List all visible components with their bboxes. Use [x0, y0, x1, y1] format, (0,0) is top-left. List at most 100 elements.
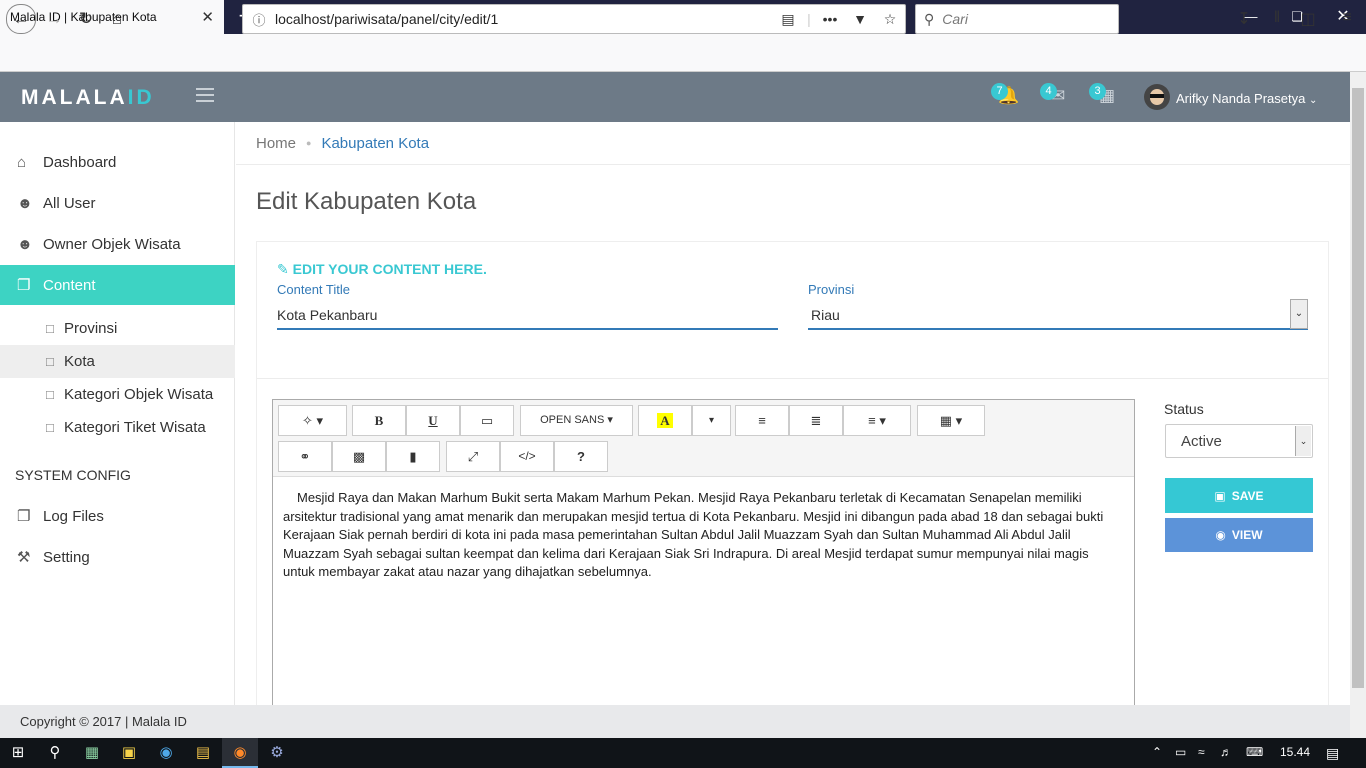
link-icon[interactable]: ⚭: [278, 441, 332, 472]
provinsi-select[interactable]: Riau: [808, 302, 1308, 330]
save-label: SAVE: [1231, 488, 1264, 503]
calculator-icon[interactable]: ▦: [74, 738, 110, 768]
footer: Copyright © 2017 | Malala ID: [0, 705, 1350, 738]
site-info-icon[interactable]: ⓘ: [243, 10, 275, 29]
sidebar-item-dashboard[interactable]: ⌂ Dashboard: [0, 142, 235, 182]
page-actions-icon[interactable]: •••: [815, 11, 845, 27]
sidebar-subitem-label: Kategori Tiket Wisata: [64, 419, 206, 436]
home-icon: ⌂: [17, 153, 27, 171]
user-icon: ☻: [17, 235, 33, 253]
sidebar-item-owner-objek-wisata[interactable]: ☻ Owner Objek Wisata: [0, 224, 235, 264]
save-button[interactable]: ▣ SAVE: [1165, 478, 1313, 513]
table-icon[interactable]: ▦ ▾: [917, 405, 985, 436]
sidebar-subitem-kategori-tiket-wisata[interactable]: □ Kategori Tiket Wisata: [0, 411, 235, 444]
windows-start-icon[interactable]: ⊞: [0, 738, 36, 768]
help-icon[interactable]: ?: [554, 441, 608, 472]
user-menu[interactable]: Arifky Nanda Prasetya ⌄: [1176, 91, 1317, 106]
breadcrumb-separator: ●: [306, 138, 312, 148]
reader-view-icon[interactable]: ▤: [773, 11, 803, 28]
menu-icon[interactable]: ≡: [1336, 9, 1358, 31]
sidebar-item-setting[interactable]: ⚒ Setting: [0, 537, 235, 577]
firefox-icon[interactable]: ◉: [222, 738, 258, 768]
tray-chevron-icon[interactable]: ⌃: [1152, 745, 1162, 759]
app-logo[interactable]: MALALAID: [21, 86, 155, 110]
align-icon[interactable]: ≡ ▾: [843, 405, 911, 436]
hamburger-menu-icon[interactable]: [196, 88, 214, 102]
wrench-icon: ⚒: [17, 549, 31, 566]
provinsi-label: Provinsi: [808, 282, 855, 297]
breadcrumb-current[interactable]: Kabupaten Kota: [321, 135, 429, 152]
file-icon: □: [46, 354, 54, 369]
search-icon[interactable]: ⚲: [37, 738, 73, 768]
sidebar-item-label: Setting: [43, 548, 90, 566]
chevron-down-icon[interactable]: ⌄: [1295, 426, 1311, 456]
sticky-notes-icon[interactable]: ▣: [111, 738, 147, 768]
back-icon[interactable]: ←: [6, 4, 36, 34]
messages-badge: 4: [1040, 83, 1057, 100]
bold-icon[interactable]: B: [352, 405, 406, 436]
volume-icon[interactable]: ♬: [1220, 745, 1232, 759]
unordered-list-icon[interactable]: ≡: [735, 405, 789, 436]
sidebar-item-label: Content: [43, 276, 96, 294]
logo-accent-text: ID: [127, 86, 155, 109]
sidebar-subitem-kategori-objek-wisata[interactable]: □ Kategori Objek Wisata: [0, 378, 235, 411]
home-icon[interactable]: ⌂: [103, 5, 131, 33]
underline-icon[interactable]: U: [406, 405, 460, 436]
video-icon[interactable]: ▮: [386, 441, 440, 472]
code-view-icon[interactable]: </>: [500, 441, 554, 472]
browser-icon[interactable]: ◉: [148, 738, 184, 768]
sidebar-item-content[interactable]: ❐ Content: [0, 265, 235, 305]
content-title-input[interactable]: Kota Pekanbaru: [277, 302, 778, 330]
view-button[interactable]: ◉ VIEW: [1165, 518, 1313, 552]
font-family-dropdown[interactable]: OPEN SANS ▾: [520, 405, 633, 436]
sidebar-item-all-user[interactable]: ☻ All User: [0, 183, 235, 223]
library-icon[interactable]: ‖: [1266, 9, 1288, 31]
sidebar-section-label: SYSTEM CONFIG: [15, 467, 131, 483]
status-select[interactable]: Active: [1165, 424, 1313, 458]
ordered-list-icon[interactable]: ≣: [789, 405, 843, 436]
image-icon[interactable]: ▩: [332, 441, 386, 472]
download-icon[interactable]: ↧: [1233, 9, 1255, 31]
battery-icon[interactable]: ▭: [1175, 745, 1186, 759]
sidebar-subitem-provinsi[interactable]: □ Provinsi: [0, 312, 235, 345]
editor-content[interactable]: Mesjid Raya dan Makan Marhum Bukit serta…: [283, 489, 1123, 582]
chevron-down-icon[interactable]: ⌄: [1290, 299, 1308, 329]
clock[interactable]: 15.44: [1280, 745, 1310, 759]
file-icon: □: [46, 387, 54, 402]
magic-wand-icon[interactable]: ✧ ▾: [278, 405, 347, 436]
wifi-icon[interactable]: ≈: [1198, 745, 1205, 759]
file-explorer-icon[interactable]: ▤: [185, 738, 221, 768]
sidebar-subitem-label: Kota: [64, 353, 95, 370]
forward-icon[interactable]: →: [40, 5, 68, 33]
browser-toolbar: [0, 34, 1366, 72]
breadcrumb-home[interactable]: Home: [256, 135, 296, 152]
sidebar-subitem-kota[interactable]: □ Kota: [0, 345, 235, 378]
url-text[interactable]: localhost/pariwisata/panel/city/edit/1: [275, 11, 773, 27]
card-header: ✎ EDIT YOUR CONTENT HERE.: [277, 261, 487, 278]
logo-main-text: MALALA: [21, 86, 128, 109]
eraser-icon[interactable]: ▭: [460, 405, 514, 436]
sidebar-item-label: Owner Objek Wisata: [43, 235, 181, 253]
content-title-label: Content Title: [277, 282, 350, 297]
calendar-badge: 3: [1089, 83, 1106, 100]
scrollbar-thumb[interactable]: [1352, 88, 1364, 688]
chevron-down-icon[interactable]: ▾: [692, 405, 731, 436]
avatar[interactable]: [1144, 84, 1170, 110]
notification-center-icon[interactable]: ▤: [1326, 745, 1339, 762]
sidebar-item-log-files[interactable]: ❐ Log Files: [0, 496, 235, 536]
sidebar-toggle-icon[interactable]: ◫: [1297, 9, 1319, 31]
reload-icon[interactable]: ↻: [72, 5, 100, 33]
address-bar[interactable]: ⓘ localhost/pariwisata/panel/city/edit/1…: [242, 4, 906, 34]
tab-close-icon[interactable]: ✕: [201, 8, 214, 26]
fullscreen-icon[interactable]: ⤢: [446, 441, 500, 472]
user-name: Arifky Nanda Prasetya: [1176, 91, 1306, 106]
file-icon: □: [46, 420, 54, 435]
edit-icon: ✎: [277, 261, 289, 277]
keyboard-icon[interactable]: ⌨: [1246, 745, 1263, 759]
bookmark-star-icon[interactable]: ☆: [875, 11, 905, 28]
app-icon[interactable]: ⚙: [259, 738, 295, 768]
pocket-icon[interactable]: ▼: [845, 11, 875, 27]
text-color-icon[interactable]: A: [638, 405, 692, 436]
chevron-down-icon: ⌄: [1308, 95, 1318, 106]
search-box[interactable]: ⚲ Cari: [915, 4, 1119, 34]
